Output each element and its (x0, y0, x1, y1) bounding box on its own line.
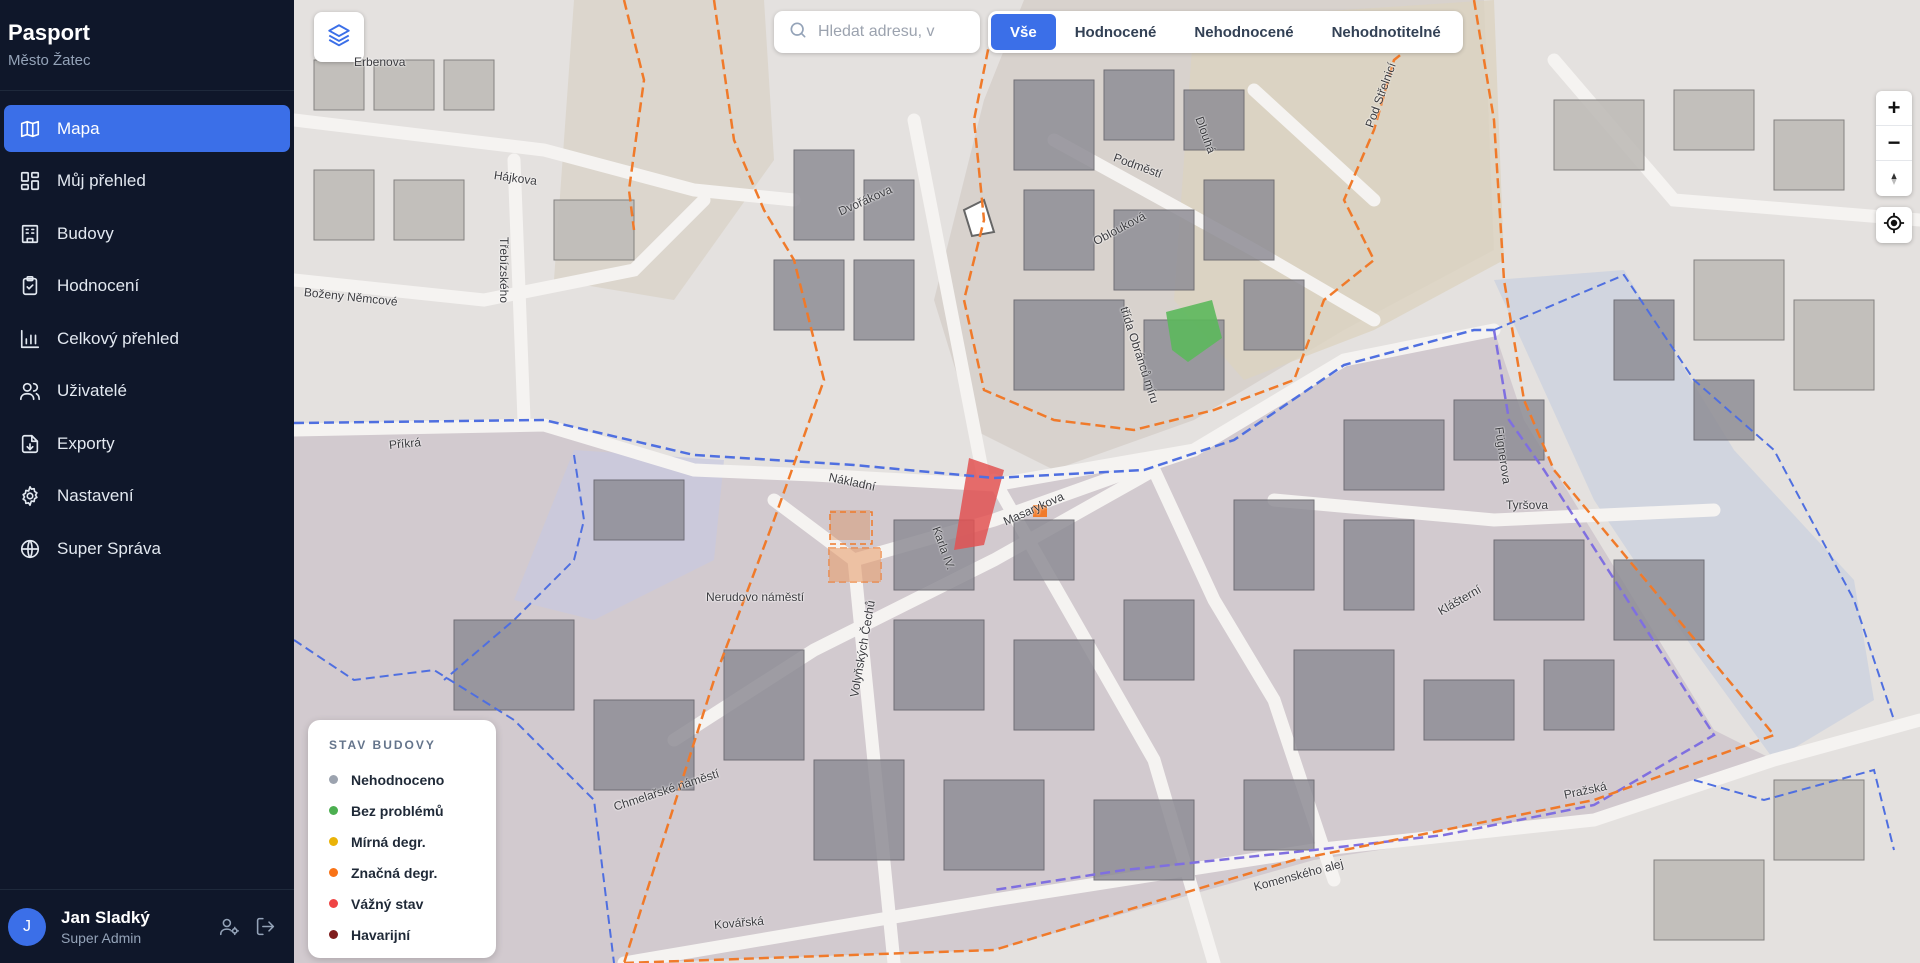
clipboard-check-icon (19, 275, 41, 297)
gear-icon (19, 485, 41, 507)
status-dot-icon (329, 930, 338, 939)
legend-title: STAV BUDOVY (329, 738, 436, 752)
sidebar-item-label: Hodnocení (57, 276, 140, 295)
sidebar-item-label: Celkový přehled (57, 328, 179, 348)
legend-item: Vážný stav (329, 888, 496, 919)
sidebar-item-label: Nastavení (57, 486, 134, 505)
sidebar-nav: Mapa Můj přehled Budovy Hodnocení Celkov… (0, 91, 294, 572)
app-subtitle: Město Žatec (8, 52, 91, 69)
sidebar-item-label: Uživatelé (57, 381, 127, 400)
users-icon (19, 380, 41, 402)
status-dot-icon (329, 868, 338, 877)
search-icon (788, 20, 808, 45)
sidebar-item-label: Budovy (57, 223, 114, 243)
status-dot-icon (329, 775, 338, 784)
bar-chart-icon (19, 328, 41, 350)
legend-item: Mírná degr. (329, 826, 496, 857)
compass-icon (1891, 172, 1897, 185)
user-settings-icon[interactable] (218, 916, 240, 938)
status-filter-tabs: Vše Hodnocené Nehodnocené Nehodnotitelné (988, 11, 1463, 53)
search-input[interactable] (818, 23, 968, 41)
map-canvas[interactable]: Vše Hodnocené Nehodnocené Nehodnotitelné… (294, 0, 1920, 963)
legend-item: Značná degr. (329, 857, 496, 888)
brand: Pasport Město Žatec (0, 0, 294, 91)
legend-item: Bez problémů (329, 795, 496, 826)
sidebar-item-super-sprava[interactable]: Super Správa (4, 525, 290, 572)
file-download-icon (19, 433, 41, 455)
filter-nehodnotitelne[interactable]: Nehodnotitelné (1313, 14, 1460, 50)
legend: STAV BUDOVY Nehodnoceno Bez problémů Mír… (308, 720, 496, 958)
user-panel: J Jan Sladký Super Admin (0, 889, 294, 963)
user-name: Jan Sladký (61, 907, 150, 927)
sidebar-item-label: Mapa (57, 118, 100, 138)
sidebar-item-label: Super Správa (57, 538, 161, 558)
layers-icon (326, 22, 352, 53)
zoom-out-button[interactable]: − (1876, 126, 1912, 161)
map-base (294, 0, 1920, 963)
sidebar-item-budovy[interactable]: Budovy (4, 210, 290, 257)
logout-icon[interactable] (254, 916, 276, 938)
locate-button[interactable] (1876, 207, 1912, 243)
legend-item: Nehodnoceno (329, 764, 496, 795)
zoom-in-button[interactable]: + (1876, 91, 1912, 126)
status-dot-icon (329, 806, 338, 815)
zoom-control: + − (1876, 91, 1912, 196)
sidebar-item-hodnoceni[interactable]: Hodnocení (4, 263, 290, 310)
sidebar-item-label: Exporty (57, 433, 115, 453)
avatar: J (8, 907, 46, 946)
compass-reset-button[interactable] (1876, 161, 1912, 196)
sidebar-item-celkovy-prehled[interactable]: Celkový přehled (4, 315, 290, 362)
status-dot-icon (329, 899, 338, 908)
filter-nehodnocene[interactable]: Nehodnocené (1175, 14, 1312, 50)
sidebar-item-uzivatele[interactable]: Uživatelé (4, 368, 290, 415)
user-role: Super Admin (61, 929, 142, 946)
sidebar-item-exporty[interactable]: Exporty (4, 420, 290, 467)
legend-item: Havarijní (329, 919, 496, 950)
sidebar-item-muj-prehled[interactable]: Můj přehled (4, 158, 290, 205)
filter-vse[interactable]: Vše (991, 14, 1056, 50)
map-icon (19, 118, 41, 140)
dashboard-grid-icon (19, 170, 41, 192)
sidebar-item-nastaveni[interactable]: Nastavení (4, 473, 290, 520)
layers-button[interactable] (314, 12, 364, 62)
crosshair-icon (1883, 212, 1905, 239)
building-icon (19, 223, 41, 245)
sidebar: Pasport Město Žatec Mapa Můj přehled Bud… (0, 0, 294, 963)
globe-icon (19, 538, 41, 560)
filter-hodnocene[interactable]: Hodnocené (1056, 14, 1176, 50)
status-dot-icon (329, 837, 338, 846)
app-title: Pasport (8, 20, 90, 45)
search-box (774, 11, 980, 53)
sidebar-item-label: Můj přehled (57, 171, 146, 190)
sidebar-item-mapa[interactable]: Mapa (4, 105, 290, 152)
